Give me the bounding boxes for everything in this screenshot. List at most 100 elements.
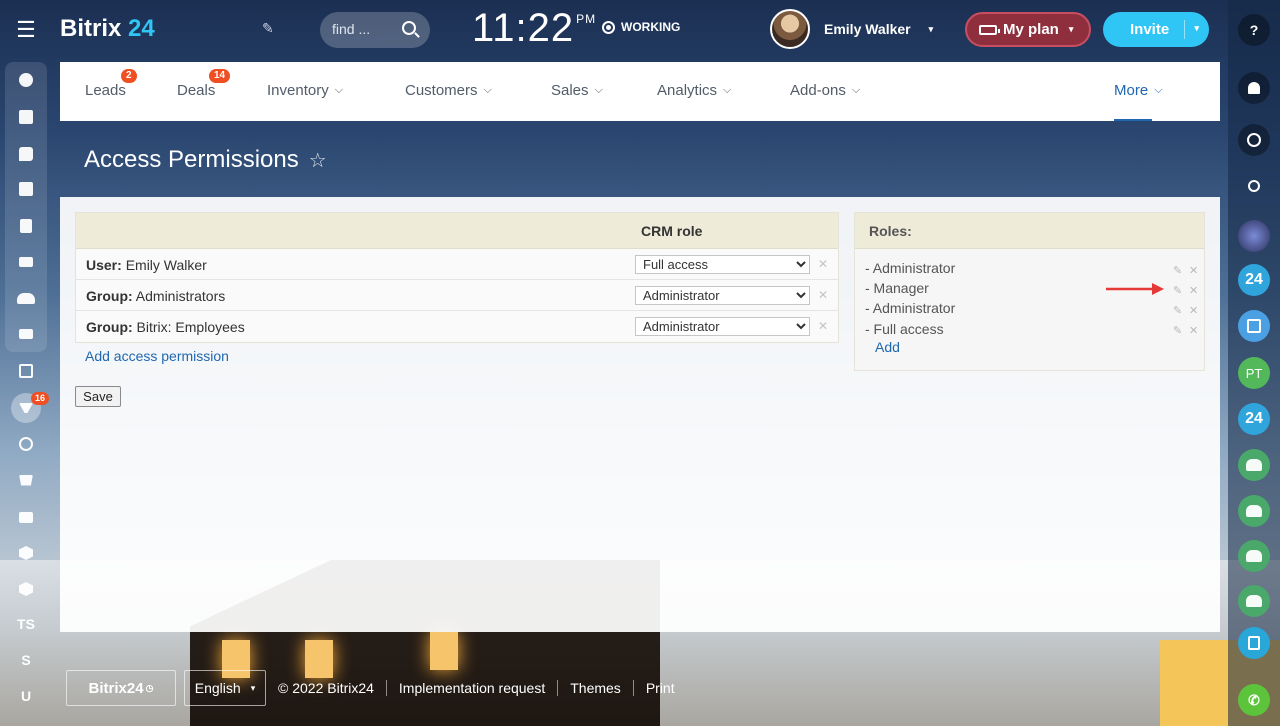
sidebar-contact-card-icon[interactable]: [0, 499, 52, 535]
chevron-down-icon: ▾: [928, 23, 934, 34]
avatar[interactable]: [770, 9, 810, 49]
role-item[interactable]: - Administrator: [865, 300, 955, 316]
chevron-down-icon: ▾: [250, 682, 256, 693]
nav-sales[interactable]: Sales ⌵: [551, 82, 603, 99]
footer: Bitrix24 ◷ English ▾ © 2022 Bitrix24 Imple…: [66, 670, 687, 706]
role-item[interactable]: - Administrator: [865, 260, 955, 276]
chevron-down-icon: ⌵: [594, 84, 603, 96]
close-icon[interactable]: ✕: [1189, 304, 1198, 317]
sidebar-item-u[interactable]: U: [0, 678, 52, 714]
sidebar-drive-icon[interactable]: [0, 244, 52, 280]
my-plan-button[interactable]: My plan ▾: [965, 12, 1091, 47]
phone-icon[interactable]: ✆: [1238, 684, 1270, 716]
footer-link-implementation[interactable]: Implementation request: [385, 680, 557, 696]
b24-chat-icon-2[interactable]: 24: [1238, 403, 1270, 435]
table-row: Group: Bitrix: Employees Administrator ✕: [76, 311, 838, 342]
avatar[interactable]: [1238, 220, 1270, 252]
role-select[interactable]: Full access: [635, 255, 810, 274]
notification-bell-icon[interactable]: [1238, 72, 1270, 104]
calendar-icon[interactable]: [1238, 310, 1270, 342]
permissions-table: CRM role User: Emily Walker Full access …: [75, 212, 839, 343]
sidebar-item-s[interactable]: S: [0, 642, 52, 678]
close-icon[interactable]: ✕: [1189, 284, 1198, 297]
search-input[interactable]: [332, 21, 392, 37]
footer-logo-text: Bitrix24: [88, 679, 144, 697]
sidebar-target-icon[interactable]: [0, 426, 52, 462]
save-button[interactable]: Save: [75, 386, 121, 407]
menu-burger-icon[interactable]: ☰: [0, 0, 52, 60]
sidebar-item-ts[interactable]: TS: [0, 606, 52, 642]
annotation-arrow-icon: [1106, 283, 1164, 295]
exit-icon[interactable]: [1238, 627, 1270, 659]
group-chat-icon-4[interactable]: [1238, 585, 1270, 617]
user-initials-avatar[interactable]: PT: [1238, 357, 1270, 389]
star-icon[interactable]: ☆: [309, 148, 327, 173]
footer-logo[interactable]: Bitrix24 ◷: [66, 670, 176, 706]
role-item[interactable]: - Full access: [865, 321, 944, 337]
help-icon[interactable]: ?: [1238, 14, 1270, 46]
sidebar-employees-icon[interactable]: [0, 280, 52, 316]
close-icon[interactable]: ✕: [818, 288, 828, 302]
sidebar-box-icon[interactable]: [0, 535, 52, 571]
nav-addons[interactable]: Add-ons ⌵: [790, 82, 860, 99]
role-select[interactable]: Administrator: [635, 286, 810, 305]
edit-pencil-icon[interactable]: ✎: [1173, 264, 1182, 277]
close-icon[interactable]: ✕: [818, 319, 828, 333]
sidebar-docs-icon[interactable]: [0, 208, 52, 244]
chat-bubble-icon[interactable]: [1238, 124, 1270, 156]
nav-inventory[interactable]: Inventory ⌵: [267, 82, 343, 99]
footer-link-print[interactable]: Print: [632, 680, 687, 696]
sidebar-cart-icon[interactable]: [0, 462, 52, 498]
sidebar-tasks-icon[interactable]: [0, 99, 52, 135]
group-chat-icon-2[interactable]: [1238, 495, 1270, 527]
brand-name: Bitrix: [60, 15, 122, 42]
nav-deals[interactable]: Deals 14: [177, 69, 231, 99]
role-item[interactable]: - Manager: [865, 280, 929, 296]
sidebar-feed-icon[interactable]: [0, 62, 52, 98]
footer-link-themes[interactable]: Themes: [557, 680, 633, 696]
sidebar-calendar-icon[interactable]: [0, 171, 52, 207]
edit-pencil-icon[interactable]: ✎: [1173, 284, 1182, 297]
group-chat-icon[interactable]: [1238, 449, 1270, 481]
brand-logo[interactable]: Bitrix 24: [60, 15, 155, 43]
add-role-link[interactable]: Add: [875, 339, 900, 355]
sidebar-box-icon-2[interactable]: [0, 571, 52, 607]
sidebar-workgroups-icon[interactable]: [0, 353, 52, 389]
user-menu[interactable]: Emily Walker ▾: [770, 9, 933, 49]
nav-active-underline: [1114, 119, 1152, 121]
close-icon[interactable]: ✕: [1189, 324, 1198, 337]
group-chat-icon-3[interactable]: [1238, 540, 1270, 572]
sidebar-crm-icon[interactable]: 16: [0, 390, 52, 426]
page-title-text: Access Permissions: [84, 146, 299, 173]
b24-chat-icon[interactable]: 24: [1238, 264, 1270, 296]
nav-deals-label: Deals: [177, 82, 216, 99]
permission-subject: User: Emily Walker: [86, 257, 207, 273]
close-icon[interactable]: ✕: [1189, 264, 1198, 277]
nav-analytics[interactable]: Analytics ⌵: [657, 82, 731, 99]
invite-dropdown-icon[interactable]: ▾: [1194, 23, 1199, 34]
table-row: Group: Administrators Administrator ✕: [76, 280, 838, 311]
close-icon[interactable]: ✕: [818, 257, 828, 271]
permission-subject: Group: Administrators: [86, 288, 225, 304]
add-access-permission-link[interactable]: Add access permission: [85, 348, 229, 364]
search-icon[interactable]: [402, 21, 416, 35]
work-status[interactable]: WORKING: [602, 20, 680, 34]
language-selector[interactable]: English ▾: [184, 670, 266, 706]
chevron-down-icon: ⌵: [1154, 84, 1163, 96]
clock: 11:22 PM: [472, 6, 596, 51]
sidebar-chat-icon[interactable]: [0, 136, 52, 172]
sidebar-mail-icon[interactable]: [0, 316, 52, 352]
nav-leads[interactable]: Leads 2: [85, 69, 137, 99]
invite-label: Invite: [1130, 21, 1170, 38]
edit-pencil-icon[interactable]: ✎: [1173, 304, 1182, 317]
nav-more[interactable]: More ⌵: [1114, 82, 1163, 99]
search-icon[interactable]: [1238, 170, 1270, 202]
edit-pencil-icon[interactable]: ✎: [1173, 324, 1182, 337]
subject-name: Bitrix: Employees: [136, 319, 245, 335]
nav-customers[interactable]: Customers ⌵: [405, 82, 492, 99]
invite-button[interactable]: Invite ▾: [1103, 12, 1209, 47]
chevron-down-icon: ▾: [1068, 24, 1074, 34]
edit-pencil-icon[interactable]: ✎: [262, 20, 274, 37]
search-box[interactable]: [320, 12, 430, 48]
role-select[interactable]: Administrator: [635, 317, 810, 336]
